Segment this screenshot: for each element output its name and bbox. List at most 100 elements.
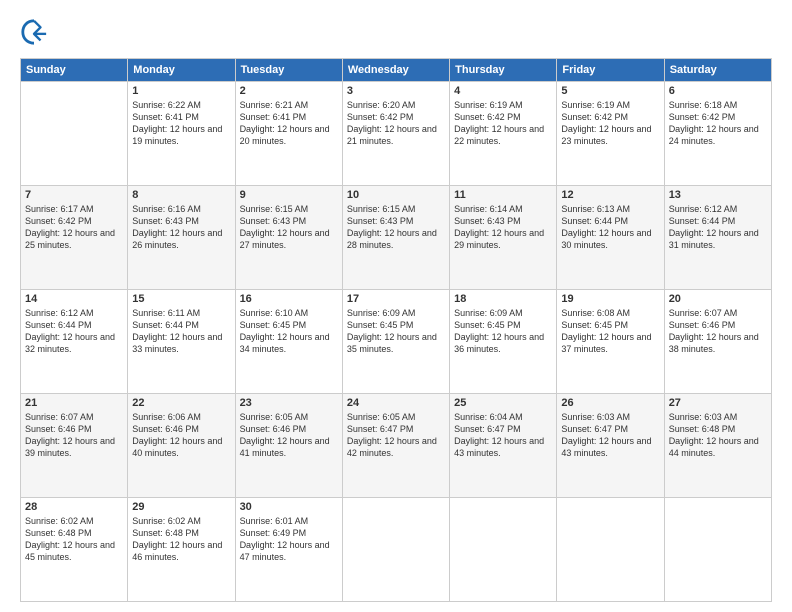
day-number: 25	[454, 397, 552, 409]
day-number: 3	[347, 85, 445, 97]
day-info: Sunrise: 6:17 AMSunset: 6:42 PMDaylight:…	[25, 203, 123, 252]
calendar-cell: 25Sunrise: 6:04 AMSunset: 6:47 PMDayligh…	[450, 394, 557, 498]
calendar-cell	[450, 498, 557, 602]
calendar-cell	[664, 498, 771, 602]
day-info: Sunrise: 6:12 AMSunset: 6:44 PMDaylight:…	[25, 307, 123, 356]
calendar-cell: 26 Sunrise: 6:03 AMSunset: 6:47 PMDayligh…	[557, 394, 664, 498]
day-info: Sunrise: 6:12 AMSunset: 6:44 PMDaylight:…	[669, 203, 767, 252]
day-info: Sunrise: 6:10 AMSunset: 6:45 PMDaylight:…	[240, 307, 338, 356]
day-number: 20	[669, 293, 767, 305]
weekday-header: Friday	[557, 59, 664, 82]
calendar-cell: 10 Sunrise: 6:15 AMSunset: 6:43 PMDayligh…	[342, 186, 449, 290]
day-info: Sunrise: 6:07 AMSunset: 6:46 PMDaylight:…	[25, 411, 123, 460]
calendar-cell: 12Sunrise: 6:13 AMSunset: 6:44 PMDayligh…	[557, 186, 664, 290]
calendar-cell: 3 Sunrise: 6:20 AMSunset: 6:42 PMDaylight…	[342, 82, 449, 186]
calendar-cell: 2 Sunrise: 6:21 AMSunset: 6:41 PMDaylight…	[235, 82, 342, 186]
page: SundayMondayTuesdayWednesdayThursdayFrid…	[0, 0, 792, 612]
day-number: 30	[240, 501, 338, 513]
weekday-header: Monday	[128, 59, 235, 82]
day-number: 28	[25, 501, 123, 513]
calendar-cell: 18 Sunrise: 6:09 AMSunset: 6:45 PMDayligh…	[450, 290, 557, 394]
day-number: 18	[454, 293, 552, 305]
day-info: Sunrise: 6:18 AMSunset: 6:42 PMDaylight:…	[669, 99, 767, 148]
day-number: 23	[240, 397, 338, 409]
calendar-cell: 23Sunrise: 6:05 AMSunset: 6:46 PMDayligh…	[235, 394, 342, 498]
calendar-week-row: 21 Sunrise: 6:07 AMSunset: 6:46 PMDayligh…	[21, 394, 772, 498]
day-info: Sunrise: 6:14 AMSunset: 6:43 PMDaylight:…	[454, 203, 552, 252]
day-number: 10	[347, 189, 445, 201]
day-info: Sunrise: 6:15 AMSunset: 6:43 PMDaylight:…	[240, 203, 338, 252]
calendar-cell: 15 Sunrise: 6:11 AMSunset: 6:44 PMDayligh…	[128, 290, 235, 394]
calendar-week-row: 1 Sunrise: 6:22 AMSunset: 6:41 PMDaylight…	[21, 82, 772, 186]
calendar-cell: 22 Sunrise: 6:06 AMSunset: 6:46 PMDayligh…	[128, 394, 235, 498]
day-info: Sunrise: 6:07 AMSunset: 6:46 PMDaylight:…	[669, 307, 767, 356]
day-number: 22	[132, 397, 230, 409]
weekday-header: Tuesday	[235, 59, 342, 82]
day-number: 5	[561, 85, 659, 97]
day-info: Sunrise: 6:09 AMSunset: 6:45 PMDaylight:…	[454, 307, 552, 356]
calendar-cell: 17 Sunrise: 6:09 AMSunset: 6:45 PMDayligh…	[342, 290, 449, 394]
day-number: 6	[669, 85, 767, 97]
calendar-cell: 24 Sunrise: 6:05 AMSunset: 6:47 PMDayligh…	[342, 394, 449, 498]
calendar-cell: 9 Sunrise: 6:15 AMSunset: 6:43 PMDaylight…	[235, 186, 342, 290]
logo-icon	[20, 18, 48, 46]
weekday-header: Sunday	[21, 59, 128, 82]
day-info: Sunrise: 6:02 AMSunset: 6:48 PMDaylight:…	[132, 515, 230, 564]
day-number: 15	[132, 293, 230, 305]
calendar-cell: 11 Sunrise: 6:14 AMSunset: 6:43 PMDayligh…	[450, 186, 557, 290]
calendar-cell: 7 Sunrise: 6:17 AMSunset: 6:42 PMDaylight…	[21, 186, 128, 290]
day-number: 29	[132, 501, 230, 513]
weekday-header: Thursday	[450, 59, 557, 82]
day-number: 2	[240, 85, 338, 97]
day-info: Sunrise: 6:21 AMSunset: 6:41 PMDaylight:…	[240, 99, 338, 148]
day-info: Sunrise: 6:05 AMSunset: 6:47 PMDaylight:…	[347, 411, 445, 460]
day-info: Sunrise: 6:06 AMSunset: 6:46 PMDaylight:…	[132, 411, 230, 460]
day-info: Sunrise: 6:20 AMSunset: 6:42 PMDaylight:…	[347, 99, 445, 148]
calendar-week-row: 28 Sunrise: 6:02 AMSunset: 6:48 PMDayligh…	[21, 498, 772, 602]
day-info: Sunrise: 6:11 AMSunset: 6:44 PMDaylight:…	[132, 307, 230, 356]
day-info: Sunrise: 6:02 AMSunset: 6:48 PMDaylight:…	[25, 515, 123, 564]
day-info: Sunrise: 6:13 AMSunset: 6:44 PMDaylight:…	[561, 203, 659, 252]
day-info: Sunrise: 6:19 AMSunset: 6:42 PMDaylight:…	[454, 99, 552, 148]
weekday-header: Saturday	[664, 59, 771, 82]
calendar-cell: 4Sunrise: 6:19 AMSunset: 6:42 PMDaylight…	[450, 82, 557, 186]
day-number: 26	[561, 397, 659, 409]
header	[20, 20, 772, 48]
day-info: Sunrise: 6:03 AMSunset: 6:47 PMDaylight:…	[561, 411, 659, 460]
calendar-cell: 13 Sunrise: 6:12 AMSunset: 6:44 PMDayligh…	[664, 186, 771, 290]
day-number: 17	[347, 293, 445, 305]
day-info: Sunrise: 6:22 AMSunset: 6:41 PMDaylight:…	[132, 99, 230, 148]
calendar-cell: 21 Sunrise: 6:07 AMSunset: 6:46 PMDayligh…	[21, 394, 128, 498]
calendar-cell: 14 Sunrise: 6:12 AMSunset: 6:44 PMDayligh…	[21, 290, 128, 394]
calendar-cell: 8Sunrise: 6:16 AMSunset: 6:43 PMDaylight…	[128, 186, 235, 290]
day-info: Sunrise: 6:15 AMSunset: 6:43 PMDaylight:…	[347, 203, 445, 252]
calendar-cell	[342, 498, 449, 602]
calendar-cell: 30Sunrise: 6:01 AMSunset: 6:49 PMDayligh…	[235, 498, 342, 602]
calendar-cell: 29 Sunrise: 6:02 AMSunset: 6:48 PMDayligh…	[128, 498, 235, 602]
calendar-cell: 27Sunrise: 6:03 AMSunset: 6:48 PMDayligh…	[664, 394, 771, 498]
day-number: 24	[347, 397, 445, 409]
day-number: 9	[240, 189, 338, 201]
calendar-cell: 16 Sunrise: 6:10 AMSunset: 6:45 PMDayligh…	[235, 290, 342, 394]
day-info: Sunrise: 6:09 AMSunset: 6:45 PMDaylight:…	[347, 307, 445, 356]
calendar-cell: 19Sunrise: 6:08 AMSunset: 6:45 PMDayligh…	[557, 290, 664, 394]
day-number: 1	[132, 85, 230, 97]
day-number: 13	[669, 189, 767, 201]
day-number: 21	[25, 397, 123, 409]
calendar-table: SundayMondayTuesdayWednesdayThursdayFrid…	[20, 58, 772, 602]
day-number: 16	[240, 293, 338, 305]
header-row: SundayMondayTuesdayWednesdayThursdayFrid…	[21, 59, 772, 82]
calendar-cell	[557, 498, 664, 602]
day-info: Sunrise: 6:03 AMSunset: 6:48 PMDaylight:…	[669, 411, 767, 460]
day-info: Sunrise: 6:19 AMSunset: 6:42 PMDaylight:…	[561, 99, 659, 148]
calendar-cell: 5 Sunrise: 6:19 AMSunset: 6:42 PMDaylight…	[557, 82, 664, 186]
day-number: 8	[132, 189, 230, 201]
calendar-cell	[21, 82, 128, 186]
calendar-week-row: 14 Sunrise: 6:12 AMSunset: 6:44 PMDayligh…	[21, 290, 772, 394]
day-number: 11	[454, 189, 552, 201]
day-number: 7	[25, 189, 123, 201]
day-info: Sunrise: 6:08 AMSunset: 6:45 PMDaylight:…	[561, 307, 659, 356]
calendar-cell: 1 Sunrise: 6:22 AMSunset: 6:41 PMDaylight…	[128, 82, 235, 186]
day-number: 14	[25, 293, 123, 305]
logo	[20, 20, 50, 48]
